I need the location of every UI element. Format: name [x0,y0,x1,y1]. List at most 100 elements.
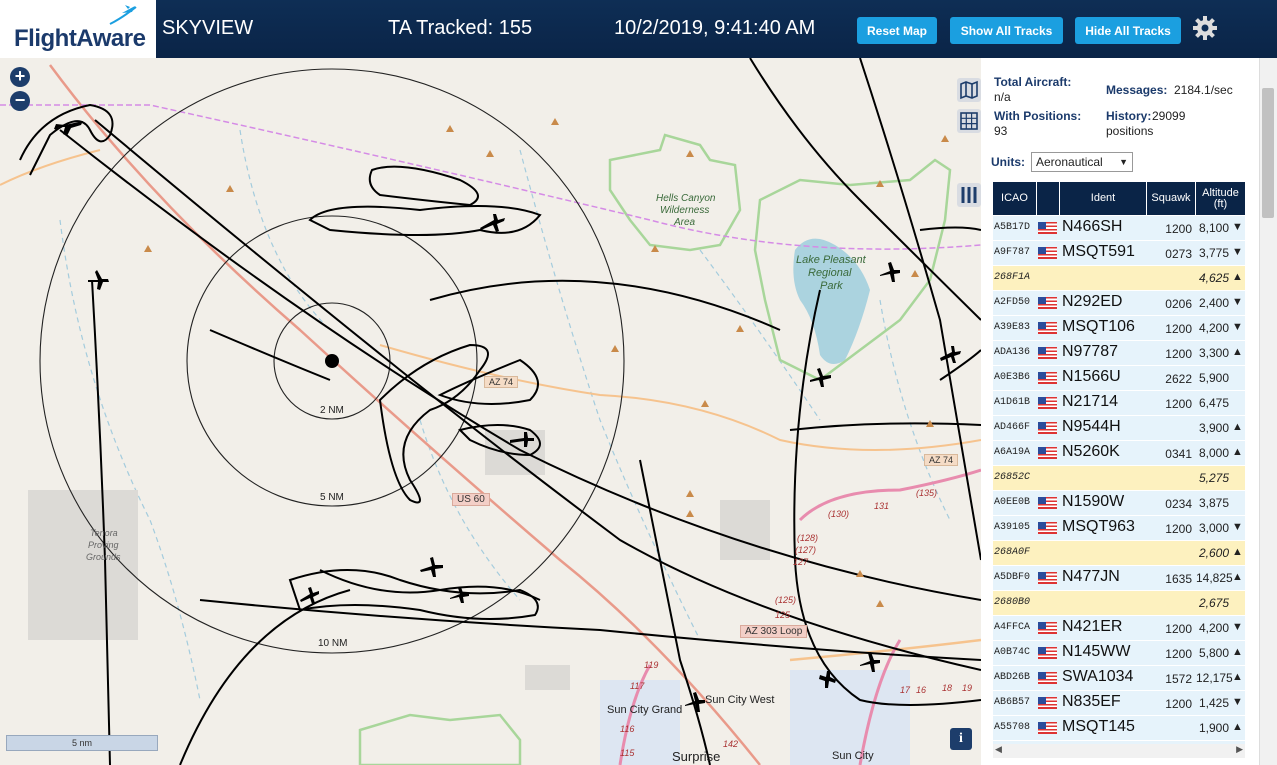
altitude-trend-icon: ▼ [1232,321,1243,333]
with-positions-value: 93 [994,124,1008,138]
table-row[interactable]: 268A0F 2,600 ▲ [993,541,1245,566]
table-row[interactable]: A2FD50 N292ED 0206 2,400 ▼ [993,291,1245,316]
table-row[interactable]: A39105 MSQT963 1200 3,000 ▼ [993,516,1245,541]
row-icao: A9F787 [994,247,1031,258]
row-ident: N466SH [1062,218,1123,235]
place-label: Surprise [672,749,721,764]
app-name: SKYVIEW [162,17,254,39]
us-flag-icon [1038,247,1057,259]
hide-all-tracks-button[interactable]: Hide All Tracks [1075,17,1181,44]
row-icao: ABD26B [994,672,1031,683]
col-squawk[interactable]: Squawk [1147,182,1196,215]
altitude-trend-icon: ▲ [1232,271,1243,283]
place-label: Park [820,280,843,292]
reset-map-button[interactable]: Reset Map [857,17,937,44]
us-flag-icon [1038,497,1057,509]
place-label: Grounds [86,552,121,562]
row-altitude: 2,400 [1198,296,1229,310]
zoom-out-button[interactable]: − [10,91,30,111]
col-altitude[interactable]: Altitude (ft) [1196,182,1245,215]
map-view[interactable]: 2 NM 5 NM 10 NM Hells Canyon Wilderness … [0,58,981,765]
scrollbar-thumb[interactable] [1262,88,1274,218]
map-canvas[interactable] [0,58,981,765]
table-row[interactable]: AD466F N9544H 3,900 ▲ [993,416,1245,441]
us-flag-icon [1038,322,1057,334]
row-ident: N5260K [1062,443,1120,460]
altitude-trend-icon: ▼ [1232,246,1243,258]
row-altitude: 8,100 [1198,221,1229,235]
row-squawk: 1635 [1165,572,1192,586]
table-row[interactable]: ABD26B SWA1034 1572 12,175 ▲ [993,666,1245,691]
table-row[interactable]: 268F1A 4,625 ▲ [993,266,1245,291]
flightaware-logo[interactable]: FlightAware [0,0,156,58]
scroll-left-icon[interactable]: ◀ [995,744,1002,755]
row-squawk: 0341 [1165,447,1192,461]
table-row[interactable]: A0B74C N145WW 1200 5,800 ▲ [993,641,1245,666]
messages-value: 2184.1/sec [1174,83,1233,97]
col-ident[interactable]: Ident [1060,182,1147,215]
show-all-tracks-button[interactable]: Show All Tracks [950,17,1063,44]
table-row[interactable]: A1D61B N21714 1200 6,475 [993,391,1245,416]
table-row[interactable]: A0E3B6 N1566U 2622 5,900 [993,366,1245,391]
col-icao[interactable]: ICAO [993,182,1037,215]
table-row[interactable]: 26852C 5,275 [993,466,1245,491]
us-flag-icon [1038,572,1057,584]
row-altitude: 4,200 [1198,621,1229,635]
road-label: US 60 [452,493,490,506]
us-flag-icon [1038,297,1057,309]
table-row[interactable]: A0EE0B N1590W 0234 3,875 [993,491,1245,516]
with-positions-label: With Positions: [994,109,1082,123]
table-row[interactable]: A55708 MSQT145 1,900 ▲ [993,716,1245,741]
row-ident: N9544H [1062,418,1121,435]
aircraft-icons[interactable] [54,121,961,712]
us-flag-icon [1038,647,1057,659]
plane-logo-icon [109,5,137,25]
place-label: Sun City [832,750,874,762]
table-horizontal-scrollbar[interactable]: ◀ ▶ [993,744,1245,758]
row-squawk: 1200 [1165,522,1192,536]
toggle-sidebar-button[interactable] [957,183,981,207]
us-flag-icon [1038,622,1057,634]
sidebar-scrollbar[interactable] [1259,58,1277,765]
row-squawk: 1200 [1165,322,1192,336]
table-row[interactable]: A6A19A N5260K 0341 8,000 ▲ [993,441,1245,466]
map-icon [960,80,978,100]
row-altitude: 3,900 [1198,421,1229,435]
row-ident: N97787 [1062,343,1119,360]
table-row[interactable]: A5B17D N466SH 1200 8,100 ▼ [993,216,1245,241]
row-icao: 2680B0 [994,597,1031,608]
table-row[interactable]: AB6B57 N835EF 1200 1,425 ▼ [993,691,1245,716]
row-ident: N21714 [1062,393,1119,410]
us-flag-icon [1038,697,1057,709]
us-flag-icon [1038,722,1057,734]
col-flag[interactable] [1037,182,1060,215]
table-row[interactable]: 2680B0 2,675 [993,591,1245,616]
scroll-right-icon[interactable]: ▶ [1236,744,1243,755]
table-row[interactable]: ADA136 N97787 1200 3,300 ▲ [993,341,1245,366]
tracked-count: TA Tracked: 155 [388,17,533,39]
altitude-trend-icon: ▼ [1232,296,1243,308]
map-layers-button[interactable] [957,78,981,102]
place-label: Area [674,217,696,228]
row-squawk: 0234 [1165,497,1192,511]
us-flag-icon [1038,347,1057,359]
units-select[interactable]: Aeronautical ▼ [1031,152,1133,172]
table-row[interactable]: A9F787 MSQT591 0273 3,775 ▼ [993,241,1245,266]
table-row[interactable]: A5DBF0 N477JN 1635 14,825 ▲ [993,566,1245,591]
grid-overlay-button[interactable] [957,109,981,133]
row-altitude: 6,475 [1198,396,1229,410]
row-squawk: 1200 [1165,397,1192,411]
zoom-in-button[interactable]: + [10,67,30,87]
route-number: (130) [828,509,850,519]
table-row[interactable]: A4FFCA N421ER 1200 4,200 ▼ [993,616,1245,641]
chevron-down-icon: ▼ [1119,157,1128,167]
row-icao: 26852C [994,472,1031,483]
us-flag-icon [1038,522,1057,534]
gear-icon[interactable] [1192,15,1218,41]
row-icao: A0B74C [994,647,1031,658]
table-row[interactable]: A39E83 MSQT106 1200 4,200 ▼ [993,316,1245,341]
info-button[interactable]: i [950,728,972,750]
route-number: (125) [775,595,797,605]
route-number: 125 [775,610,791,620]
altitude-trend-icon: ▲ [1232,571,1243,583]
